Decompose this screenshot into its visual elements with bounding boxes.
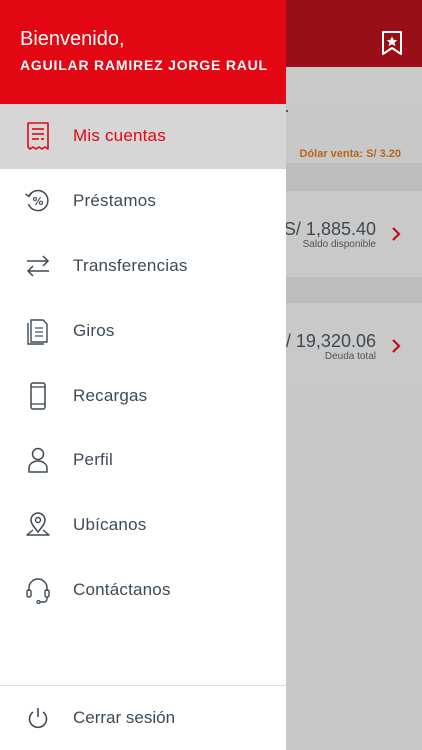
percent-refresh-icon: % [25,190,49,212]
menu-item-contactanos[interactable]: Contáctanos [0,558,286,623]
power-icon [28,708,48,729]
headset-icon [26,578,50,604]
logout-label: Cerrar sesión [73,708,176,727]
menu-item-label: Contáctanos [73,579,171,599]
chevron-right-icon [392,227,401,241]
menu-item-perfil[interactable]: Perfil [0,428,286,493]
drawer-menu: Mis cuentas % Préstamos Transferencias G… [0,104,286,622]
menu-item-label: Transferencias [73,255,188,275]
menu-item-label: Préstamos [73,191,157,211]
credit-debt: / 19,320.06 [285,331,376,351]
user-icon [28,448,48,474]
menu-item-label: Perfil [73,450,113,470]
logout-button[interactable]: Cerrar sesión [0,686,286,750]
svg-text:%: % [32,195,43,208]
welcome-text: Bienvenido, [20,28,125,50]
document-icon [27,319,48,345]
chevron-right-icon [392,339,401,353]
menu-item-label: Ubícanos [73,515,147,535]
menu-item-giros[interactable]: Giros [0,298,286,363]
navigation-drawer: Bienvenido, AGUILAR RAMIREZ JORGE RAUL M… [0,0,286,750]
location-pin-icon [26,512,50,536]
account-balance: S/ 1,885.40 [283,219,376,239]
receipt-icon [27,122,49,151]
menu-item-recargas[interactable]: Recargas [0,363,286,428]
menu-item-mis-cuentas[interactable]: Mis cuentas [0,104,286,169]
menu-item-transferencias[interactable]: Transferencias [0,234,286,299]
menu-item-label: Giros [73,320,115,340]
menu-item-label: Recargas [73,385,148,405]
credit-debt-label: Deuda total [324,351,376,362]
dolar-venta-text: Dólar venta: S/ 3.20 [299,148,402,160]
drawer-header: Bienvenido, AGUILAR RAMIREZ JORGE RAUL [0,0,286,104]
menu-item-prestamos[interactable]: % Préstamos [0,169,286,234]
menu-item-ubicanos[interactable]: Ubícanos [0,493,286,558]
menu-item-label: Mis cuentas [73,126,166,146]
account-balance-label: Saldo disponible [302,239,376,250]
transfer-arrows-icon [26,255,50,277]
user-name: AGUILAR RAMIREZ JORGE RAUL [20,57,268,73]
mobile-phone-icon [30,381,46,410]
bookmark-star-icon[interactable] [381,30,403,56]
